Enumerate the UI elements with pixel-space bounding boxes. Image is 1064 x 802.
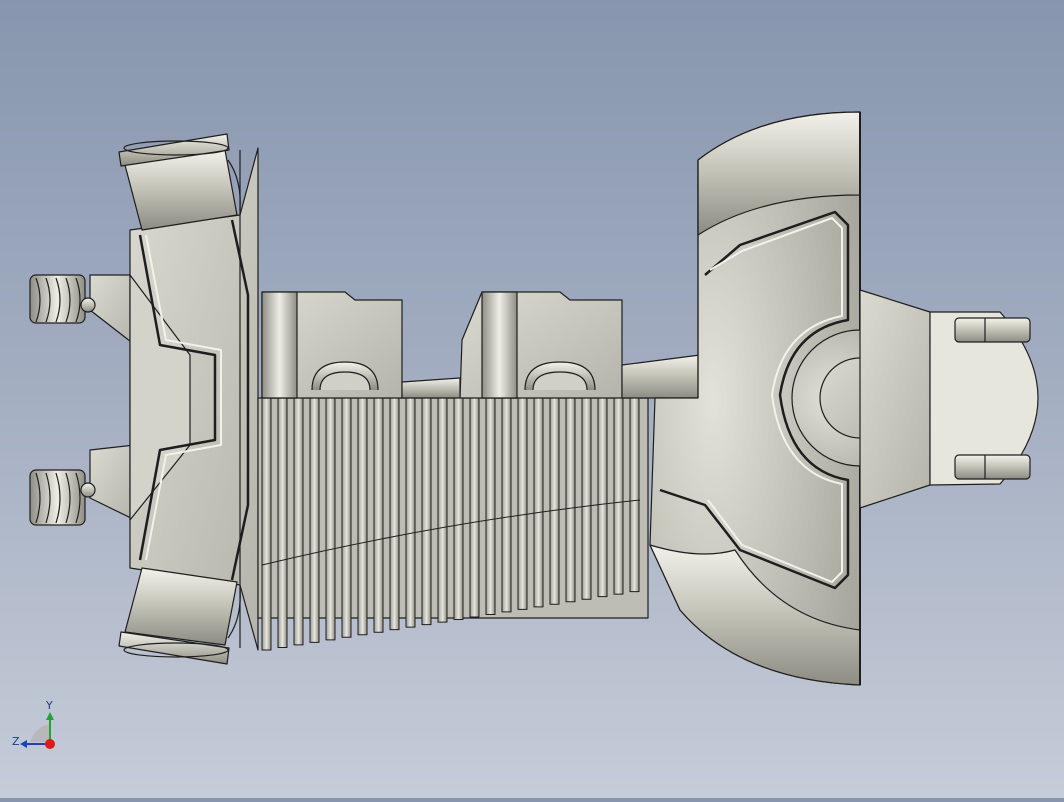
cooling-fin[interactable] <box>485 397 496 615</box>
cooling-fin[interactable] <box>597 397 608 598</box>
valve-spring-upper[interactable] <box>29 274 136 346</box>
cooling-fin[interactable] <box>293 397 304 646</box>
cooling-fin[interactable] <box>533 397 544 608</box>
cooling-fin[interactable] <box>405 397 416 628</box>
cooling-fin[interactable] <box>613 397 624 595</box>
x-axis-dot <box>45 739 55 749</box>
valve-boss-right[interactable] <box>459 291 623 399</box>
z-axis-label: Z <box>12 735 20 748</box>
cooling-fin[interactable] <box>581 397 592 600</box>
cooling-fin[interactable] <box>277 397 288 648</box>
graphics-viewport[interactable] <box>0 0 1064 798</box>
cooling-fin[interactable] <box>549 397 560 605</box>
cooling-fin[interactable] <box>629 397 640 593</box>
stud-lower[interactable] <box>954 454 1031 480</box>
cooling-fin[interactable] <box>437 397 448 623</box>
pushrod-tube[interactable] <box>401 377 461 399</box>
cooling-fin[interactable] <box>341 397 352 638</box>
cooling-fin[interactable] <box>421 397 432 626</box>
cooling-fin[interactable] <box>517 397 528 610</box>
port-lower[interactable] <box>118 567 241 665</box>
stud-upper[interactable] <box>954 317 1031 343</box>
valve-boss-left[interactable] <box>261 291 403 399</box>
y-axis-label: Y <box>46 699 53 712</box>
valve-spring-lower[interactable] <box>29 444 136 526</box>
coordinate-triad: Y Z <box>8 700 68 760</box>
cooling-fin[interactable] <box>389 397 400 631</box>
cooling-fin[interactable] <box>453 397 464 621</box>
cooling-fin[interactable] <box>357 397 368 636</box>
cooling-fin[interactable] <box>501 397 512 613</box>
cooling-fin[interactable] <box>261 397 272 651</box>
cooling-fin[interactable] <box>469 397 480 618</box>
cooling-fin[interactable] <box>565 397 576 603</box>
model-render[interactable] <box>0 0 1064 798</box>
port-upper[interactable] <box>118 133 241 231</box>
cooling-fin[interactable] <box>325 397 336 641</box>
cooling-fin[interactable] <box>373 397 384 633</box>
cooling-fin[interactable] <box>309 397 320 643</box>
